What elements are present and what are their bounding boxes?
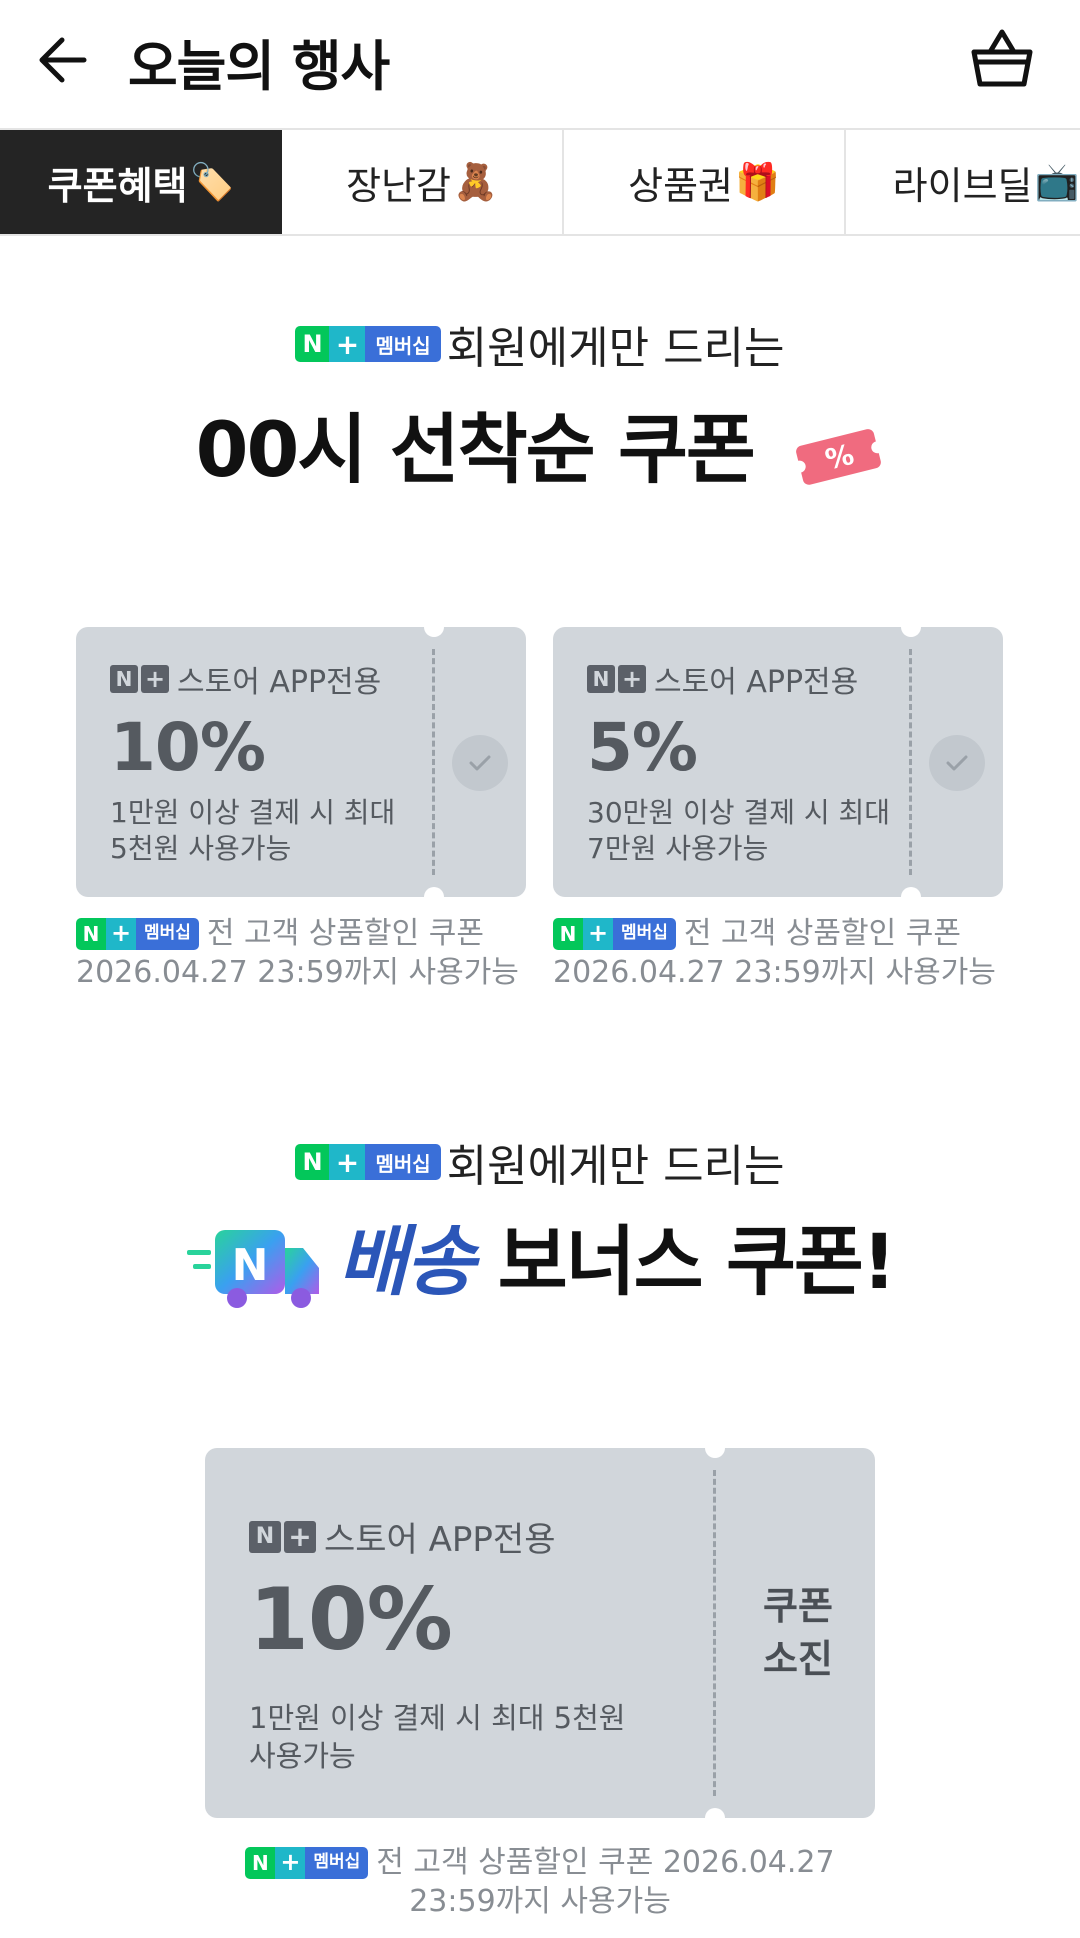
plus-logo-icon: + — [284, 1520, 316, 1553]
download-check-button[interactable] — [452, 735, 508, 791]
download-check-button[interactable] — [929, 735, 985, 791]
plus-logo-icon: + — [141, 665, 169, 693]
membership-badge: N + 멤버십 — [76, 917, 199, 950]
header: 오늘의 행사 — [0, 0, 1080, 128]
coupon-notch — [901, 617, 921, 637]
section1-subtitle: N + 멤버십 회원에게만 드리는 — [0, 312, 1080, 376]
section2-subtitle: N + 멤버십 회원에게만 드리는 — [0, 1130, 1080, 1194]
n-logo-icon: N — [110, 665, 138, 693]
check-icon — [469, 755, 491, 771]
tab-gift-card[interactable]: 상품권 🎁 — [564, 130, 846, 234]
coupon-notch — [901, 887, 921, 907]
category-tabs: 쿠폰혜택 🏷️ 장난감 🧸 상품권 🎁 라이브딜 📺 — [0, 128, 1080, 236]
coupon-condition: 1만원 이상 결제 시 최대 5천원 사용가능 — [110, 796, 396, 866]
tab-live-deal[interactable]: 라이브딜 📺 — [846, 130, 1080, 234]
coupon-card-delivery-10pct[interactable]: N + 스토어 APP전용 10% 1만원 이상 결제 시 최대 5천원 사용가… — [205, 1438, 875, 1828]
coupon-notch — [705, 1438, 725, 1458]
membership-badge: N + 멤버십 — [295, 1144, 441, 1180]
membership-badge: N + 멤버십 — [295, 326, 441, 362]
percent-ticket-icon: % — [794, 429, 884, 485]
svg-text:N: N — [232, 1240, 267, 1291]
coupon-percent: 10% — [249, 1570, 453, 1670]
coupon-soldout-status: 쿠폰 소진 — [763, 1584, 833, 1682]
coupon-notch — [705, 1808, 725, 1828]
coupon-store-label: N + 스토어 APP전용 — [249, 1512, 555, 1561]
coupon-condition: 1만원 이상 결제 시 최대 5천원 사용가능 — [249, 1701, 626, 1773]
arrow-left-icon — [39, 37, 87, 83]
coupon-footer: N + 멤버십 전 고객 상품할인 쿠폰 2026.04.27 23:59까지 사용… — [76, 916, 519, 990]
shopping-bag-icon — [971, 29, 1033, 87]
tag-icon: 🏷️ — [189, 162, 235, 203]
n-logo-icon: N — [249, 1520, 281, 1553]
tab-coupon[interactable]: 쿠폰혜택 🏷️ — [0, 130, 282, 234]
tab-toys[interactable]: 장난감 🧸 — [282, 130, 564, 234]
coupon-perforation — [909, 649, 912, 875]
coupon-perforation — [432, 649, 435, 875]
coupon-percent: 10% — [110, 709, 266, 786]
coupon-store-label: N + 스토어 APP전용 — [110, 657, 381, 701]
coupon-notch — [424, 617, 444, 637]
coupon-notch — [424, 887, 444, 907]
gift-icon: 🎁 — [735, 162, 780, 203]
teddy-bear-icon: 🧸 — [453, 162, 498, 203]
plus-logo-icon: + — [618, 665, 646, 693]
membership-badge: N + 멤버십 — [245, 1846, 369, 1879]
delivery-truck-icon: N — [187, 1230, 320, 1308]
cart-button[interactable] — [966, 22, 1038, 94]
coupon-card-5pct[interactable]: N + 스토어 APP전용 5% 30만원 이상 결제 시 최대 7만원 사용가… — [553, 617, 1003, 907]
membership-badge: N + 멤버십 — [553, 917, 676, 950]
coupon-store-label: N + 스토어 APP전용 — [587, 657, 858, 701]
section2-title: N 배송 보너스 쿠폰! — [0, 1200, 1080, 1312]
back-button[interactable] — [34, 28, 98, 92]
page-title: 오늘의 행사 — [128, 35, 390, 98]
check-icon — [946, 755, 968, 771]
tv-icon: 📺 — [1034, 162, 1080, 203]
coupon-card-10pct[interactable]: N + 스토어 APP전용 10% 1만원 이상 결제 시 최대 5천원 사용가… — [76, 617, 526, 907]
section1-title: 00시 선착순 쿠폰 % — [0, 388, 1080, 498]
coupon-footer: N + 멤버십 전 고객 상품할인 쿠폰 2026.04.27 23:59까지 사용… — [553, 916, 996, 990]
coupon-percent: 5% — [587, 709, 698, 786]
coupon-condition: 30만원 이상 결제 시 최대 7만원 사용가능 — [587, 796, 891, 866]
coupon-footer: N + 멤버십 전 고객 상품할인 쿠폰 2026.04.27 23:59까지 사용… — [0, 1842, 1080, 1921]
n-logo-icon: N — [587, 665, 615, 693]
coupon-perforation — [713, 1470, 716, 1796]
